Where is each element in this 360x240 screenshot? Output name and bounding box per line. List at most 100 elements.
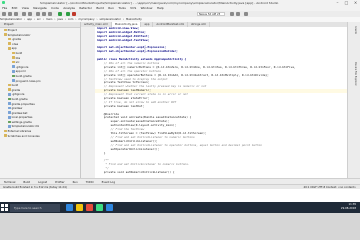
file-icon [12,79,15,82]
editor-gutter [81,27,96,178]
code-text: setOperatorOnClickListener(); [97,146,160,151]
file-explorer-icon[interactable] [76,204,83,211]
search-icon[interactable] [244,12,248,16]
tree-item-label: build.gradle [15,73,32,78]
system-clock: 11:35 29-08-2018 [341,203,356,211]
tree-item-label: local.properties [11,115,33,120]
breadcrumb-separator: › [122,18,124,21]
device-selector[interactable]: Nexus 5X API 23 [197,12,225,16]
code-text: } [97,150,106,155]
tree-item-label: External Libraries [7,129,32,134]
file-icon [12,70,15,73]
tree-item-label: libs [15,55,21,60]
tree-item-label: .gitignore [11,92,25,97]
code-text: private boolean lastDot; [97,103,145,108]
chrome-icon[interactable] [86,204,93,211]
file-icon [8,115,11,119]
tree-item-label: proguard-rules.pro [15,78,41,83]
tree-item-label: build [11,83,19,88]
store-icon[interactable] [106,204,113,211]
copy-icon[interactable] [42,12,46,16]
undo-icon[interactable] [22,12,26,16]
tree-item-label: .idea [11,41,19,46]
tree-item[interactable]: Scratches and Consoles [0,134,80,139]
file-icon [8,93,11,96]
build-icon[interactable] [58,12,62,16]
paste-icon[interactable] [48,12,52,16]
tree-item-label: gradle [11,87,21,92]
breadcrumb-item[interactable]: MainActivity [126,18,142,21]
clock-date: 29-08-2018 [340,207,356,211]
tree-item-label: build [15,50,23,55]
redo-icon[interactable] [28,12,32,16]
tree-item-label: app.iml [15,69,26,74]
code-editor[interactable]: import android.view.View; import android.… [95,27,347,178]
folder-icon [8,47,11,50]
device-file-explorer-button[interactable]: Device File Explorer [352,62,357,86]
breadcrumb-item[interactable]: src [37,18,41,21]
breadcrumb-item[interactable]: main [46,18,52,21]
tree-item-label: gradlew [11,106,23,111]
file-icon [8,125,11,128]
tree-item-label: .gradle [11,37,22,42]
task-view-icon[interactable] [66,204,73,211]
breadcrumb-separator: › [64,18,66,21]
code-text: private void setNumericOnClickListener()… [97,169,175,174]
gradle-icon [8,120,11,124]
folder-icon [4,28,7,32]
breadcrumb-item[interactable]: java [57,18,62,21]
breadcrumb-separator: › [54,18,56,21]
right-tool-strip: Gradle Device File Explorer [347,22,360,178]
breadcrumb-separator: › [33,18,36,21]
gradle-icon [12,74,15,78]
breadcrumb-item[interactable]: app [27,18,32,21]
folder-icon [8,37,11,41]
code-text: import android.widget.TextView; [97,37,150,42]
taskbar-search-input[interactable]: Type here to search [10,203,60,212]
taskbar: Type here to search 11:35 29-08-2018 [0,202,360,213]
code-line[interactable]: private void setNumericOnClickListener()… [95,169,347,175]
tree-item-label: gradle.properties [11,101,35,106]
folder-icon [8,83,11,87]
save-icon[interactable] [8,12,12,16]
tree-item-label: build.gradle [11,96,28,101]
breadcrumb-separator: › [96,18,98,21]
file-icon [8,102,11,105]
folder-icon [12,56,15,59]
file-icon [8,111,11,114]
tree-item-label: gradlew.bat [11,110,28,115]
tree-item-label: app [11,46,17,51]
tree-item-label: .gitignore [15,64,29,69]
gradle-tool-button[interactable]: Gradle [352,26,357,34]
cut-icon[interactable] [36,12,40,16]
breadcrumb-item[interactable]: SimpleCalculator [0,18,22,21]
android-studio-icon [2,1,5,4]
sync-icon[interactable] [14,12,18,16]
windows-start-icon[interactable] [1,204,8,211]
tree-item-label: Project [7,28,17,32]
breadcrumb-item[interactable]: simplecalculator [100,18,121,21]
breadcrumb-separator: › [42,18,44,21]
breadcrumb-item[interactable]: com [68,18,74,21]
tree-item-label: src [15,60,20,65]
breadcrumb-item[interactable]: mycompany [78,18,94,21]
folder-icon [4,134,7,137]
breadcrumb-separator: › [75,18,77,21]
folder-icon [8,42,11,46]
folder-icon [4,33,7,36]
project-tree: Project SimpleCalculator .gradle .idea app bu… [0,28,80,138]
android-studio-taskbar-icon[interactable] [96,204,103,211]
sdk-manager-icon[interactable] [236,12,240,16]
folder-icon [12,60,15,64]
debug-icon[interactable] [72,12,76,16]
folder-icon [8,88,11,92]
window-title: SimpleCalculator [~\AndroidStudioProject… [40,1,279,5]
open-icon[interactable] [2,12,6,16]
file-icon [12,65,15,69]
tree-item-label: SimpleCalculator.iml [11,124,40,129]
avd-manager-icon[interactable] [230,12,234,16]
tree-item-label: SimpleCalculator [7,32,31,37]
project-panel: Project Project SimpleCalculator .gradle .i… [0,22,81,202]
run-icon[interactable] [66,12,70,16]
gradle-icon [8,97,11,101]
